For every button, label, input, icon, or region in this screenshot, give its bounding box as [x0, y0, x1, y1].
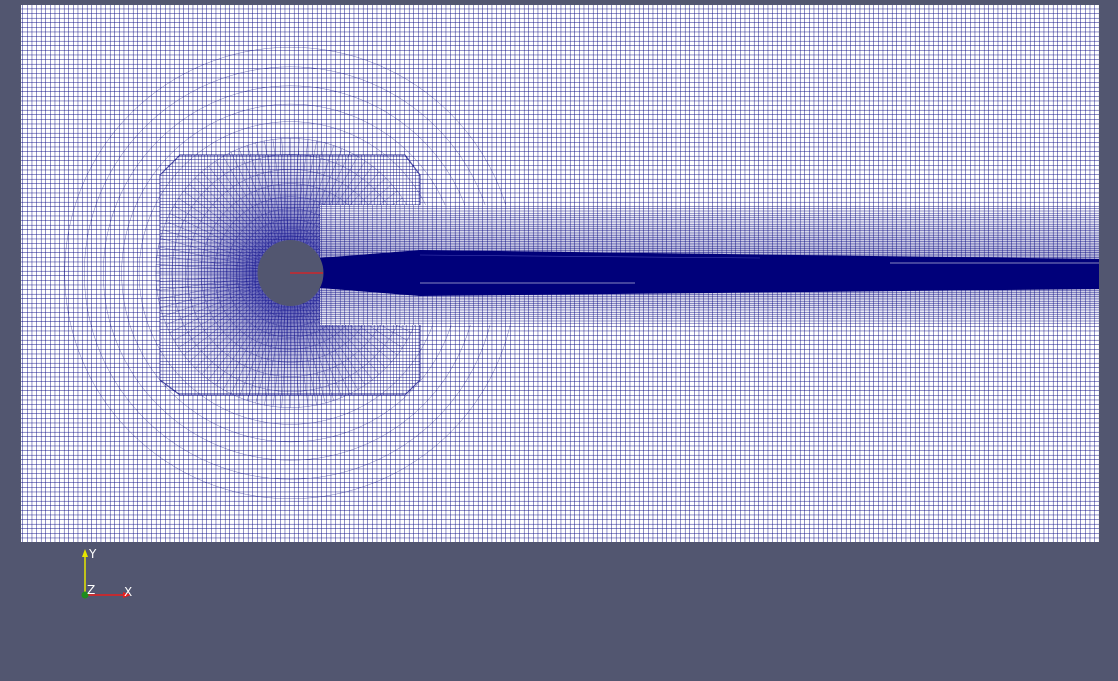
render-viewport[interactable]: Y X Z	[0, 0, 1118, 681]
mesh-render-view[interactable]: Y X Z	[0, 0, 1118, 681]
y-axis-label: Y	[88, 547, 97, 561]
mesh-domain	[21, 5, 1099, 542]
y-axis-arrow-icon	[82, 549, 88, 557]
x-axis-label: X	[124, 585, 132, 599]
orientation-axes-widget: Y X Z	[81, 547, 132, 599]
z-axis-label: Z	[87, 583, 95, 597]
